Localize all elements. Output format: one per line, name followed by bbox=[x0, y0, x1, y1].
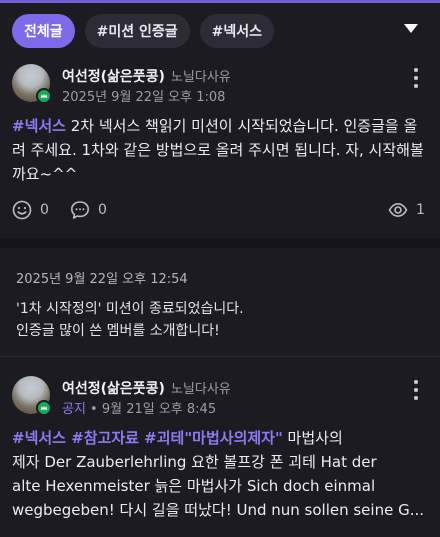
author-role: 노닐다사유 bbox=[170, 382, 231, 397]
like-button[interactable]: 0 bbox=[12, 200, 49, 220]
avatar[interactable] bbox=[12, 376, 52, 416]
author-name[interactable]: 여선정(삶은풋콩) 노닐다사유 bbox=[62, 378, 231, 398]
leader-badge-icon bbox=[36, 400, 52, 416]
post-text: 제자 Der Zauberlehrling 요한 볼프강 폰 괴테 Hat de… bbox=[12, 453, 377, 471]
post-date: 2025년 9월 22일 오후 1:08 bbox=[62, 90, 226, 105]
system-message-time: 2025년 9월 22일 오후 12:54 bbox=[16, 272, 188, 287]
author-role: 노닐다사유 bbox=[170, 70, 231, 85]
notice-label: 공지 bbox=[62, 402, 86, 417]
post-card[interactable]: 여선정(삶은풋콩) 노닐다사유 2025년 9월 22일 오후 1:08 #넥서스… bbox=[0, 0, 440, 238]
system-message-line: '1차 시작정의' 미션이 종료되었습니다. bbox=[16, 301, 244, 317]
view-count-display: 1 bbox=[388, 200, 425, 220]
more-options-icon[interactable] bbox=[410, 380, 422, 400]
view-count: 1 bbox=[416, 202, 425, 218]
author-name[interactable]: 여선정(삶은풋콩) 노닐다사유 bbox=[62, 66, 231, 86]
post-text: 마법사의 bbox=[282, 429, 343, 447]
post-body[interactable]: #넥서스 2차 넥서스 책읽기 미션이 시작되었습니다. 인증글을 올려 주세요… bbox=[12, 114, 428, 186]
author-name-text: 여선정(삶은풋콩) bbox=[62, 69, 165, 85]
post-text: wegbegeben! 다시 길을 떠났다! Und nun sollen se… bbox=[12, 501, 425, 519]
post-text: 2차 넥서스 책읽기 미션이 시작되었습니다. 인증글을 올려 주세요. 1차와… bbox=[12, 117, 424, 183]
system-message[interactable]: '1차 시작정의' 미션이 종료되었습니다. 인증글 많이 쓴 멤버를 소개합니… bbox=[16, 298, 416, 342]
more-options-icon[interactable] bbox=[410, 68, 422, 88]
leader-badge-icon bbox=[36, 88, 52, 104]
post-meta: 공지 • 9월 21일 오후 8:45 bbox=[62, 398, 216, 417]
author-name-text: 여선정(삶은풋콩) bbox=[62, 381, 165, 397]
like-count: 0 bbox=[40, 202, 49, 218]
eye-icon bbox=[388, 202, 408, 218]
post-text: alte Hexenmeister 늙은 마법사가 Sich doch einm… bbox=[12, 477, 376, 495]
smile-icon bbox=[12, 200, 32, 220]
avatar[interactable] bbox=[12, 64, 52, 104]
post-body[interactable]: #넥서스 #참고자료 #괴테"마법사의제자" 마법사의 제자 Der Zaube… bbox=[12, 426, 428, 522]
post-date: • 9월 21일 오후 8:45 bbox=[85, 402, 217, 417]
hashtags[interactable]: #넥서스 #참고자료 #괴테"마법사의제자" bbox=[12, 429, 283, 447]
post-actions: 0 0 1 bbox=[12, 200, 428, 224]
hashtag[interactable]: #넥서스 bbox=[12, 117, 66, 135]
comment-icon bbox=[71, 201, 89, 219]
system-message-line: 인증글 많이 쓴 멤버를 소개합니다! bbox=[16, 323, 220, 339]
comment-count: 0 bbox=[98, 202, 107, 218]
comment-button[interactable]: 0 bbox=[70, 200, 107, 220]
divider-line bbox=[0, 356, 440, 357]
section-divider bbox=[0, 238, 440, 248]
